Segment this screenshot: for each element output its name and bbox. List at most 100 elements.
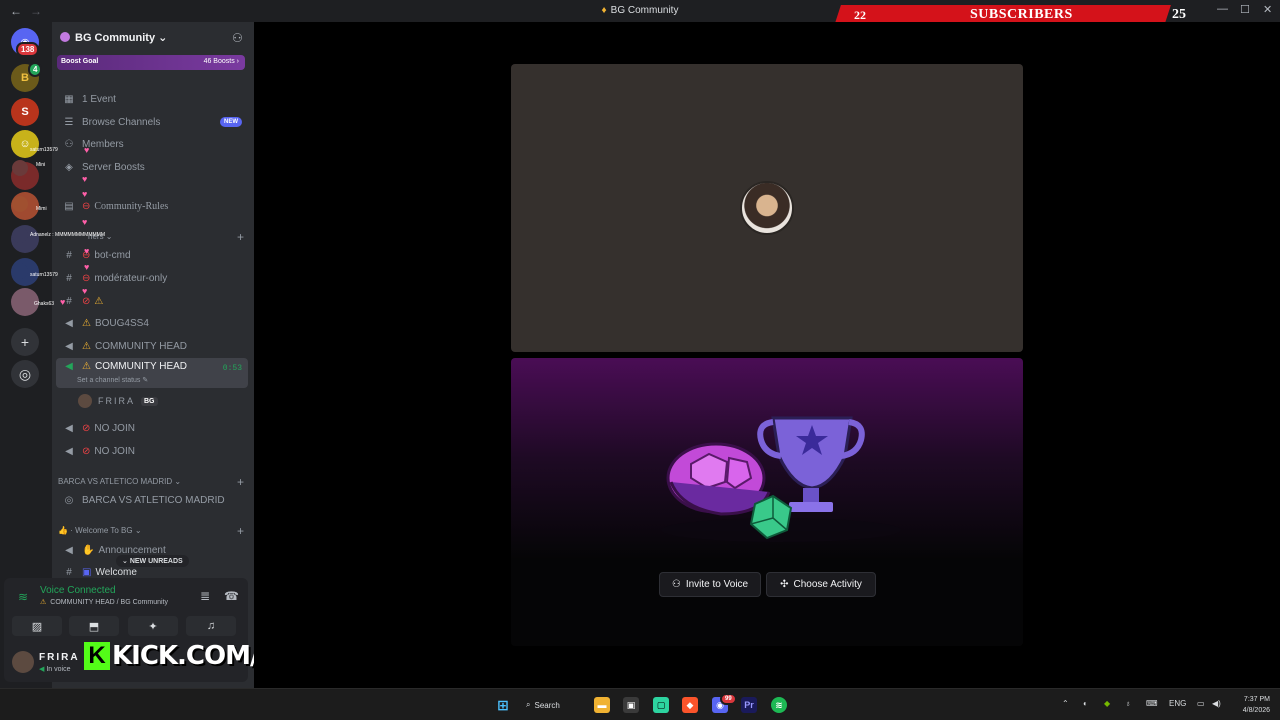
chat-line: Ghaks63 <box>34 301 54 307</box>
voice-location-text: COMMUNITY HEAD / BG Community <box>50 599 168 606</box>
volume-icon[interactable]: ◀) <box>1212 699 1221 708</box>
camera-off-icon: ▨ <box>31 620 43 633</box>
voice-dot-icon: ◀ <box>39 666 45 673</box>
microphone-icon[interactable]: ♁ <box>1125 699 1131 708</box>
camera-off-button[interactable]: ▨ <box>12 616 62 636</box>
add-channel-icon[interactable]: + <box>237 475 244 489</box>
avatar[interactable] <box>12 651 34 673</box>
channel-status-prompt[interactable]: Set a channel status ✎ <box>77 376 148 384</box>
channel-label: COMMUNITY HEAD <box>94 340 188 352</box>
streaming-app-icon[interactable]: ▢ <box>653 697 669 713</box>
language-indicator[interactable]: ENG <box>1169 699 1186 708</box>
channel-status-text: Set a channel status <box>77 377 141 384</box>
channel-label: Announcement <box>98 544 166 556</box>
channel-label: NO JOIN <box>94 422 135 434</box>
maximize-button[interactable]: ☐ <box>1240 3 1250 16</box>
megaphone-icon: ◀ <box>65 544 73 556</box>
network-icon[interactable]: ▭ <box>1197 699 1205 708</box>
clock[interactable]: 7:37 PM 4/8/2026 <box>1232 694 1270 716</box>
new-unreads-pill[interactable]: ⌄ NEW UNREADS <box>116 555 189 567</box>
welcome-icon: ▣ <box>82 566 92 578</box>
screen-share-icon: ⬒ <box>88 620 100 633</box>
no-entry-icon: ⊖ <box>82 200 91 212</box>
channel-no-join-1[interactable]: ◀ ⊘ NO JOIN <box>56 418 248 438</box>
speaker-active-icon: ◀ <box>65 361 73 372</box>
boost-count: 46 Boosts <box>203 58 235 65</box>
brave-browser-icon[interactable]: ◆ <box>682 697 698 713</box>
server-dot-icon <box>60 32 70 42</box>
server-trophy-icon: ♦ <box>601 5 607 16</box>
channel-boug4ss4[interactable]: ◀ ⚠ BOUG4SS4 <box>56 313 248 333</box>
server-header[interactable]: BG Community ⌄ <box>60 31 167 44</box>
spotify-icon[interactable]: ≋ <box>771 697 787 713</box>
soundboard-button[interactable]: ♫ <box>186 616 236 636</box>
hash-icon: # <box>66 566 72 578</box>
close-button[interactable]: ✕ <box>1263 3 1272 16</box>
members-icon: ⚇ <box>64 138 74 150</box>
windows-start-icon[interactable]: ⊞ <box>495 697 511 713</box>
heart-icon: ♥ <box>84 262 90 272</box>
events-label: 1 Event <box>82 93 116 105</box>
screen-share-button[interactable]: ⬒ <box>69 616 119 636</box>
boost-goal-bar[interactable]: Boost Goal 46 Boosts › <box>57 55 245 70</box>
channel-community-head-1[interactable]: ◀ ⚠ COMMUNITY HEAD <box>56 336 248 356</box>
server-name: BG Community <box>75 32 156 44</box>
keyboard-icon[interactable]: ⌨ <box>1146 699 1158 708</box>
warning-icon: ⚠ <box>82 361 91 372</box>
participant-tile[interactable] <box>511 64 1023 352</box>
no-entry-icon: ⊘ <box>82 445 91 457</box>
user-name[interactable]: FRIRA <box>39 652 80 663</box>
minimize-button[interactable]: — <box>1217 3 1228 15</box>
category-welcome[interactable]: 👍 · Welcome To BG ⌄ + <box>58 524 248 538</box>
activity-button[interactable]: ✦ <box>128 616 178 636</box>
pencil-icon: ✎ <box>142 377 149 384</box>
stage-barca[interactable]: ◎ BARCA VS ATLETICO MADRID <box>56 490 248 510</box>
voice-status[interactable]: Voice Connected <box>40 585 116 596</box>
snipping-tool-icon[interactable]: ▣ <box>623 697 639 713</box>
disconnect-icon[interactable]: ☎ <box>224 589 239 603</box>
channel-community-head-2[interactable]: ◀ ⚠ COMMUNITY HEAD 0:53 Set a channel status… <box>56 358 248 388</box>
chat-line: saturn13579 <box>30 272 58 278</box>
invite-to-voice-button[interactable]: ⚇ Invite to Voice <box>659 572 761 597</box>
add-server-icon[interactable]: + <box>11 328 39 356</box>
tray-app-icon[interactable]: ◐ <box>1083 699 1088 708</box>
server-yellow-icon[interactable]: ☺ <box>11 130 39 158</box>
channel-label: COMMUNITY HEAD <box>94 361 188 372</box>
signal-icon[interactable]: ≋ <box>18 590 28 604</box>
chat-user: Mini <box>36 162 46 168</box>
soundboard-icon: ♫ <box>206 620 216 632</box>
voice-user-frira[interactable]: FRIRA BG <box>78 393 238 409</box>
subscriber-goal: 25 <box>1172 7 1186 22</box>
user-status-text: In voice <box>46 666 71 673</box>
premiere-pro-icon[interactable]: Pr <box>741 697 757 713</box>
noise-suppression-icon[interactable]: ≣ <box>200 589 210 603</box>
channel-community-rules[interactable]: ▤ ⊖ Community-Rules <box>56 196 248 216</box>
heart-icon: ♥ <box>82 189 88 199</box>
stage-icon: ◎ <box>64 494 74 506</box>
chat-line: Adnanelz : MMMMMMMMMMMM <box>30 232 106 238</box>
avatar <box>740 181 794 235</box>
choose-activity-button[interactable]: ✣ Choose Activity <box>766 572 876 597</box>
chat-user: saturn13579 <box>30 272 58 278</box>
channel-no-join-2[interactable]: ◀ ⊘ NO JOIN <box>56 441 248 461</box>
boosts-label: Server Boosts <box>82 161 145 173</box>
category-barca[interactable]: BARCA VS ATLETICO MADRID ⌄ + <box>58 475 248 489</box>
discord-badge: 99 <box>720 693 737 705</box>
discover-icon[interactable]: ◎ <box>11 360 39 388</box>
invite-people-icon[interactable]: ⚇ <box>232 31 243 45</box>
nvidia-icon[interactable]: ◆ <box>1104 699 1110 708</box>
activity-label: Choose Activity <box>793 579 862 590</box>
tray-expand-icon[interactable]: ⌃ <box>1062 699 1069 708</box>
speaker-icon: ◀ <box>65 317 73 329</box>
search-label: Search <box>534 700 560 710</box>
taskbar-search[interactable]: ⌕ Search <box>526 695 582 715</box>
browse-channels-item[interactable]: ☰ Browse Channels NEW <box>56 112 248 132</box>
events-item[interactable]: ▦ 1 Event <box>56 89 248 109</box>
voice-location[interactable]: ⚠ COMMUNITY HEAD / BG Community <box>40 598 168 606</box>
subscriber-label: SUBSCRIBERS <box>970 7 1073 22</box>
server-stake-icon[interactable]: S <box>11 98 39 126</box>
add-channel-icon[interactable]: + <box>237 524 244 538</box>
add-channel-icon[interactable]: + <box>237 230 244 244</box>
file-explorer-icon[interactable]: ▬ <box>594 697 610 713</box>
new-unreads-label: NEW UNREADS <box>129 558 183 565</box>
